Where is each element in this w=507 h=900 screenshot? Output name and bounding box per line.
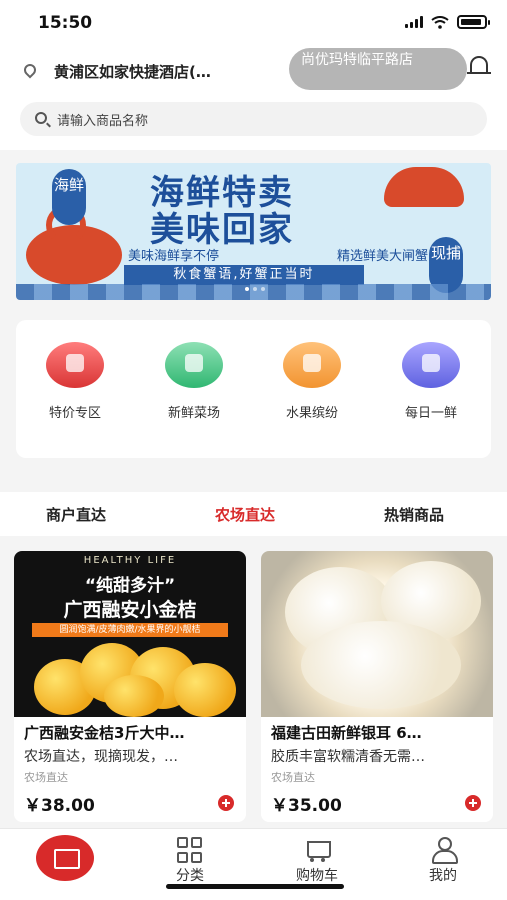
banner-dot xyxy=(253,287,257,291)
tabs-bar: 商户直达 农场直达 热销商品 xyxy=(0,492,507,536)
banner-dot xyxy=(261,287,265,291)
location-pin-icon xyxy=(21,61,39,79)
banner-title-line2: 美味回家 xyxy=(150,210,294,250)
user-icon xyxy=(430,837,458,864)
nav-label: 分类 xyxy=(176,868,204,884)
orange-fruit xyxy=(174,663,236,717)
promo-banner[interactable]: 海鲜 海鲜特卖 美味回家 美味海鲜享不停 精选鲜美大闸蟹 秋食蟹语,好蟹正当时 … xyxy=(16,163,491,300)
banner-dot xyxy=(245,287,249,291)
home-indicator xyxy=(166,884,344,889)
product-desc: 农场直达，现摘现发，… xyxy=(24,749,178,765)
category-card: 特价专区 新鲜菜场 水果缤纷 每日一鲜 xyxy=(16,320,491,458)
category-label: 新鲜菜场 xyxy=(167,406,220,421)
product-tag: 农场直达 xyxy=(24,771,68,784)
status-bar: 15:50 xyxy=(0,0,507,44)
bottom-nav: 分类 购物车 我的 xyxy=(0,828,507,900)
search-input[interactable]: 请输入商品名称 xyxy=(20,102,487,136)
location-text: 黄浦区如家快捷酒店(… xyxy=(54,63,211,81)
category-item-fruit[interactable]: 水果缤纷 xyxy=(267,342,357,421)
product-image-title1: “纯甜多汁” xyxy=(84,576,176,596)
category-label: 水果缤纷 xyxy=(285,406,338,421)
store-switcher[interactable]: 尚优玛特临平路店 xyxy=(289,48,467,90)
category-item-daily-fresh[interactable]: 每日一鲜 xyxy=(386,342,476,421)
category-label: 每日一鲜 xyxy=(404,406,457,421)
banner-ribbon: 秋食蟹语,好蟹正当时 xyxy=(124,265,364,285)
banner-pagination xyxy=(245,287,265,291)
banner-side-label-left: 海鲜 xyxy=(52,169,86,225)
sale-icon xyxy=(46,342,104,388)
product-image: HEALTHY LIFE “纯甜多汁” 广西融安小金桔 圆润饱满/皮薄肉嫩/水果… xyxy=(14,551,246,717)
status-icons xyxy=(405,15,490,29)
add-to-cart-icon[interactable] xyxy=(218,795,234,811)
crab-illustration xyxy=(26,205,122,285)
search-placeholder: 请输入商品名称 xyxy=(57,114,149,129)
vegetable-icon xyxy=(165,342,223,388)
category-label: 特价专区 xyxy=(48,406,101,421)
product-image-band: 圆润饱满/皮薄肉嫩/水果界的小靓桔 xyxy=(32,623,228,637)
orange-fruit xyxy=(104,675,164,717)
banner-subtitle-left: 美味海鲜享不停 xyxy=(128,249,220,264)
fungus-lobe xyxy=(301,621,461,709)
nav-label: 我的 xyxy=(429,868,457,884)
lobster-illustration xyxy=(384,167,464,207)
status-time: 15:50 xyxy=(38,13,93,33)
nav-item-cart[interactable]: 购物车 xyxy=(282,837,352,885)
seafood-icon xyxy=(402,342,460,388)
category-item-vegetable[interactable]: 新鲜菜场 xyxy=(149,342,239,421)
tab-hot-products[interactable]: 热销商品 xyxy=(384,504,444,525)
product-tag: 农场直达 xyxy=(271,771,315,784)
fruit-icon xyxy=(283,342,341,388)
tab-farm-direct[interactable]: 农场直达 xyxy=(215,504,275,525)
banner-subtitle-right: 精选鲜美大闸蟹 xyxy=(336,249,428,264)
header: 黄浦区如家快捷酒店(… 尚优玛特临平路店 请输入商品名称 xyxy=(0,44,507,150)
search-icon xyxy=(35,112,47,124)
product-price: ￥38.00 xyxy=(24,796,95,816)
home-basket-icon[interactable] xyxy=(36,835,94,881)
banner-subtitle-row: 美味海鲜享不停 精选鲜美大闸蟹 xyxy=(128,245,428,264)
battery-icon xyxy=(457,15,490,29)
nav-item-category[interactable]: 分类 xyxy=(155,837,225,885)
signal-icon xyxy=(405,16,423,28)
product-card[interactable]: 福建古田新鲜银耳 6… 胶质丰富软糯清香无需… 农场直达 ￥35.00 xyxy=(261,551,493,822)
product-image xyxy=(261,551,493,717)
wifi-icon xyxy=(431,15,449,29)
product-desc: 胶质丰富软糯清香无需… xyxy=(271,749,425,765)
product-image-heading: HEALTHY LIFE xyxy=(83,555,177,566)
nav-item-profile[interactable]: 我的 xyxy=(408,837,478,885)
category-grid-icon xyxy=(177,837,203,863)
category-item-sale[interactable]: 特价专区 xyxy=(30,342,120,421)
product-image-title2: 广西融安小金桔 xyxy=(63,599,197,621)
bell-icon[interactable] xyxy=(467,56,491,74)
nav-label: 购物车 xyxy=(296,868,338,884)
product-name: 福建古田新鲜银耳 6… xyxy=(271,724,422,742)
add-to-cart-icon[interactable] xyxy=(465,795,481,811)
product-card[interactable]: HEALTHY LIFE “纯甜多汁” 广西融安小金桔 圆润饱满/皮薄肉嫩/水果… xyxy=(14,551,246,822)
cart-icon xyxy=(303,837,331,863)
tab-merchant-direct[interactable]: 商户直达 xyxy=(46,504,106,525)
product-name: 广西融安金桔3斤大中… xyxy=(24,724,185,742)
product-price: ￥35.00 xyxy=(271,796,342,816)
